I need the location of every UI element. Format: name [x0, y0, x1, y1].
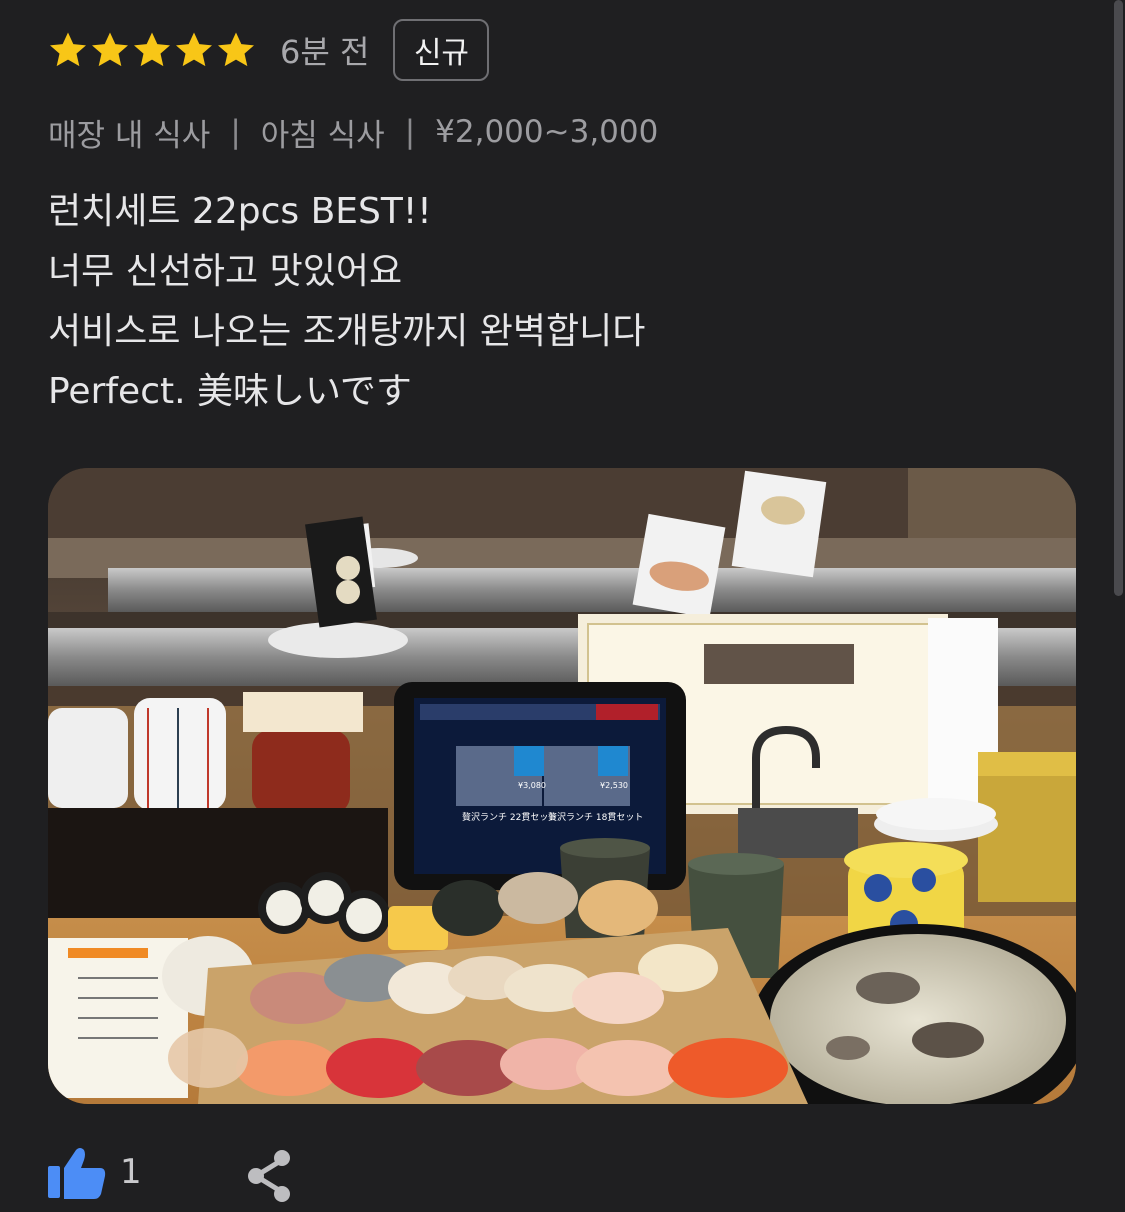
- like-count: 1: [120, 1152, 142, 1192]
- star-icon: [174, 30, 214, 70]
- meta-meal-type: 아침 식사: [260, 117, 385, 154]
- meta-separator: |: [404, 114, 416, 150]
- meta-dining-type: 매장 내 식사: [48, 117, 211, 154]
- like-button[interactable]: [48, 1146, 108, 1200]
- tablet-item-1: 贅沢ランチ 22貫セット: [462, 811, 557, 823]
- food-photo-illustration: 贅沢ランチ 22貫セット 贅沢ランチ 18貫セット ¥3,080 ¥2,530: [48, 468, 1076, 1104]
- star-icon: [48, 30, 88, 70]
- share-icon: [248, 1150, 290, 1202]
- tablet-item-1-price: ¥3,080: [518, 781, 546, 790]
- tablet-item-2-price: ¥2,530: [600, 781, 628, 790]
- tablet-item-2: 贅沢ランチ 18貫セット: [548, 811, 643, 823]
- scrollbar-thumb[interactable]: [1114, 0, 1123, 596]
- meta-price-range: ¥2,000~3,000: [435, 114, 659, 150]
- meta-separator: |: [230, 114, 241, 150]
- review-photo[interactable]: 贅沢ランチ 22貫セット 贅沢ランチ 18貫セット ¥3,080 ¥2,530: [48, 468, 1076, 1104]
- new-badge: 신규: [393, 19, 490, 81]
- review-card: 6분 전 신규 매장 내 식사 | 아침 식사 | ¥2,000~3,000 런…: [48, 0, 1088, 1212]
- review-text: 런치세트 22pcs BEST!! 너무 신선하고 맛있어요 서비스로 나오는 …: [48, 182, 1068, 422]
- review-time: 6분 전: [280, 33, 370, 71]
- review-actions: 1: [48, 1140, 448, 1212]
- share-button[interactable]: [244, 1148, 294, 1204]
- review-text-line: 너무 신선하고 맛있어요: [48, 251, 403, 292]
- review-text-line: 런치세트 22pcs BEST!!: [48, 191, 432, 232]
- star-icon: [216, 30, 256, 70]
- rating-row: 6분 전 신규: [48, 18, 490, 82]
- review-meta: 매장 내 식사 | 아침 식사 | ¥2,000~3,000: [48, 108, 658, 156]
- star-icon: [132, 30, 172, 70]
- star-icon: [90, 30, 130, 70]
- star-rating: [48, 30, 258, 70]
- review-text-line: Perfect. 美味しいです: [48, 371, 412, 412]
- review-text-line: 서비스로 나오는 조개탕까지 완벽합니다: [48, 311, 646, 352]
- thumbs-up-icon: [48, 1148, 106, 1199]
